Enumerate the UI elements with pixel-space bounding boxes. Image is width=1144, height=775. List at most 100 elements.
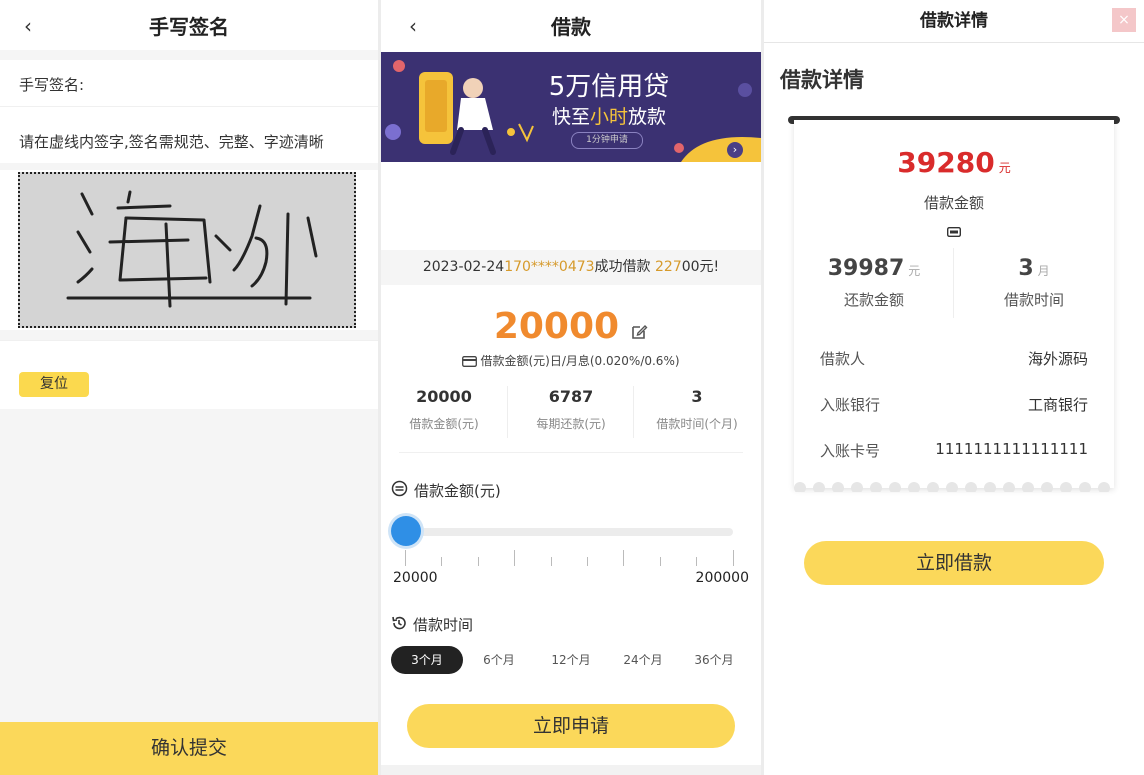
page-title: 借款 <box>551 14 591 39</box>
repay-amount-label: 还款金额 <box>843 291 904 309</box>
amount-slider-track[interactable] <box>405 528 733 536</box>
stat-label: 每期还款(元) <box>536 417 606 431</box>
stat-value: 20000 <box>416 387 472 406</box>
slider-tick <box>478 557 479 566</box>
loan-amount: 20000 <box>493 306 620 347</box>
amount-section-label: 借款金额(元) <box>414 482 501 500</box>
edit-icon[interactable] <box>630 323 648 345</box>
receipt-amount-unit: 元 <box>998 161 1011 175</box>
loan-navbar: ‹ 借款 <box>381 0 761 50</box>
back-icon[interactable]: ‹ <box>24 14 32 38</box>
term-section-label: 借款时间 <box>413 616 474 634</box>
term-option-24[interactable]: 24个月 <box>615 646 671 674</box>
stat-term: 3 借款时间(个月) <box>634 380 760 434</box>
back-icon[interactable]: ‹ <box>409 14 417 38</box>
reset-row: 复位 <box>0 340 378 409</box>
stats-divider <box>399 452 743 453</box>
loan-stats: 20000 借款金额(元) 6787 每期还款(元) 3 借款时间(个月) <box>381 380 761 452</box>
slider-tick <box>696 557 697 566</box>
slider-tick <box>551 557 552 566</box>
coin-icon <box>391 480 408 501</box>
amount-description-text: 借款金额(元)日/月息(0.020%/0.6%) <box>480 354 680 368</box>
receipt-scallop-edge <box>794 480 1114 492</box>
slider-tick <box>660 557 661 566</box>
detail-key: 入账银行 <box>820 396 881 414</box>
slider-tick <box>405 550 406 566</box>
ticket-icon <box>946 222 962 241</box>
amount-description: 借款金额(元)日/月息(0.020%/0.6%) <box>381 352 761 370</box>
banner-sub-suffix: 放款 <box>628 106 667 128</box>
banner-subline: 快至小时放款 <box>534 102 684 129</box>
slider-max-label: 200000 <box>695 570 749 586</box>
slider-tick <box>587 557 588 566</box>
banner-headline: 5万信用贷 <box>548 72 670 102</box>
slider-tick <box>441 557 442 566</box>
detail-key: 借款人 <box>820 350 866 368</box>
slider-min-label: 20000 <box>393 570 438 586</box>
signature-area <box>0 170 378 330</box>
detail-row-borrower: 借款人 海外源码 <box>820 348 1088 372</box>
promo-banner[interactable]: 5万信用贷 快至小时放款 1分钟申请 › <box>381 52 761 162</box>
loan-term-block: 3月 借款时间 <box>954 256 1114 310</box>
detail-value: 工商银行 <box>1027 396 1088 414</box>
stat-value: 3 <box>691 387 703 406</box>
page-title: 手写签名 <box>149 14 229 39</box>
loan-term-value: 3 <box>1018 256 1034 281</box>
stat-label: 借款时间(个月) <box>656 417 738 431</box>
loan-amount-display: 20000 <box>381 306 761 347</box>
detail-row-card-number: 入账卡号 1111111111111111 <box>820 440 1088 464</box>
stat-loan-amount: 20000 借款金额(元) <box>381 380 507 434</box>
term-option-12[interactable]: 12个月 <box>543 646 599 674</box>
banner-sub-highlight: 小时 <box>589 106 628 128</box>
repay-amount-block: 39987 元 还款金额 <box>794 256 954 310</box>
bottom-bar <box>381 765 761 775</box>
borrow-now-button[interactable]: 立即借款 <box>804 541 1104 585</box>
signature-label-row: 手写签名: <box>0 60 378 106</box>
signature-canvas[interactable] <box>18 172 356 328</box>
term-section-title: 借款时间 <box>391 614 473 635</box>
card-icon <box>462 356 478 370</box>
history-icon <box>391 615 407 635</box>
slider-ticks <box>405 548 735 566</box>
close-icon[interactable]: × <box>1112 8 1136 32</box>
signature-label: 手写签名: <box>19 76 85 94</box>
detail-row-bank: 入账银行 工商银行 <box>820 394 1088 418</box>
stat-label: 借款金额(元) <box>409 417 479 431</box>
loan-term-label: 借款时间 <box>1003 291 1064 309</box>
ticker-phone: 170****0473 <box>504 259 595 275</box>
term-option-36[interactable]: 36个月 <box>686 646 742 674</box>
detail-window-title: 借款详情 <box>764 0 1144 43</box>
ticker-suffix: 00元! <box>681 259 720 275</box>
slider-tick <box>514 550 515 566</box>
confirm-submit-button[interactable]: 确认提交 <box>0 722 378 775</box>
ticker-mid: 成功借款 <box>594 259 651 275</box>
signature-hint: 请在虚线内签字,签名需规范、完整、字迹清晰 <box>19 133 324 151</box>
reset-button[interactable]: 复位 <box>19 372 89 397</box>
term-option-6[interactable]: 6个月 <box>471 646 527 674</box>
ticker-amount: 227 <box>655 259 682 275</box>
loan-term-unit: 月 <box>1037 264 1050 278</box>
loan-panel: ‹ 借款 5万信用贷 快至小时放款 1分钟申请 › 2023-02-24170*… <box>381 0 761 775</box>
detail-value: 海外源码 <box>1027 350 1088 368</box>
receipt-amount: 39280 元 <box>794 146 1114 179</box>
banner-pill: 1分钟申请 <box>571 132 643 149</box>
signature-panel: ‹ 手写签名 手写签名: 请在虚线内签字,签名需规范、完整、字迹清晰 复位 确认… <box>0 0 378 775</box>
receipt-amount-value: 39280 <box>897 146 995 179</box>
signature-navbar: ‹ 手写签名 <box>0 0 378 50</box>
term-options: 3个月 6个月 12个月 24个月 36个月 <box>391 646 756 674</box>
stat-value: 6787 <box>548 387 594 406</box>
banner-sub-prefix: 快至 <box>551 106 590 128</box>
amount-slider-handle[interactable] <box>391 516 421 546</box>
handwritten-signature <box>66 190 318 308</box>
stat-installment: 6787 每期还款(元) <box>508 380 634 434</box>
ticker-date: 2023-02-24 <box>422 259 505 275</box>
receipt-amount-label: 借款金额 <box>923 194 984 212</box>
apply-now-button[interactable]: 立即申请 <box>407 704 735 748</box>
slider-tick <box>733 550 734 566</box>
loan-detail-panel: 借款详情 × 借款详情 39280 元 借款金额 39987 元 还款金额 3月 借… <box>764 0 1144 775</box>
amount-section-title: 借款金额(元) <box>391 480 501 501</box>
banner-next-icon[interactable]: › <box>727 142 743 158</box>
detail-value: 1111111111111111 <box>935 440 1088 458</box>
term-option-3[interactable]: 3个月 <box>391 646 463 674</box>
detail-heading: 借款详情 <box>780 68 864 92</box>
